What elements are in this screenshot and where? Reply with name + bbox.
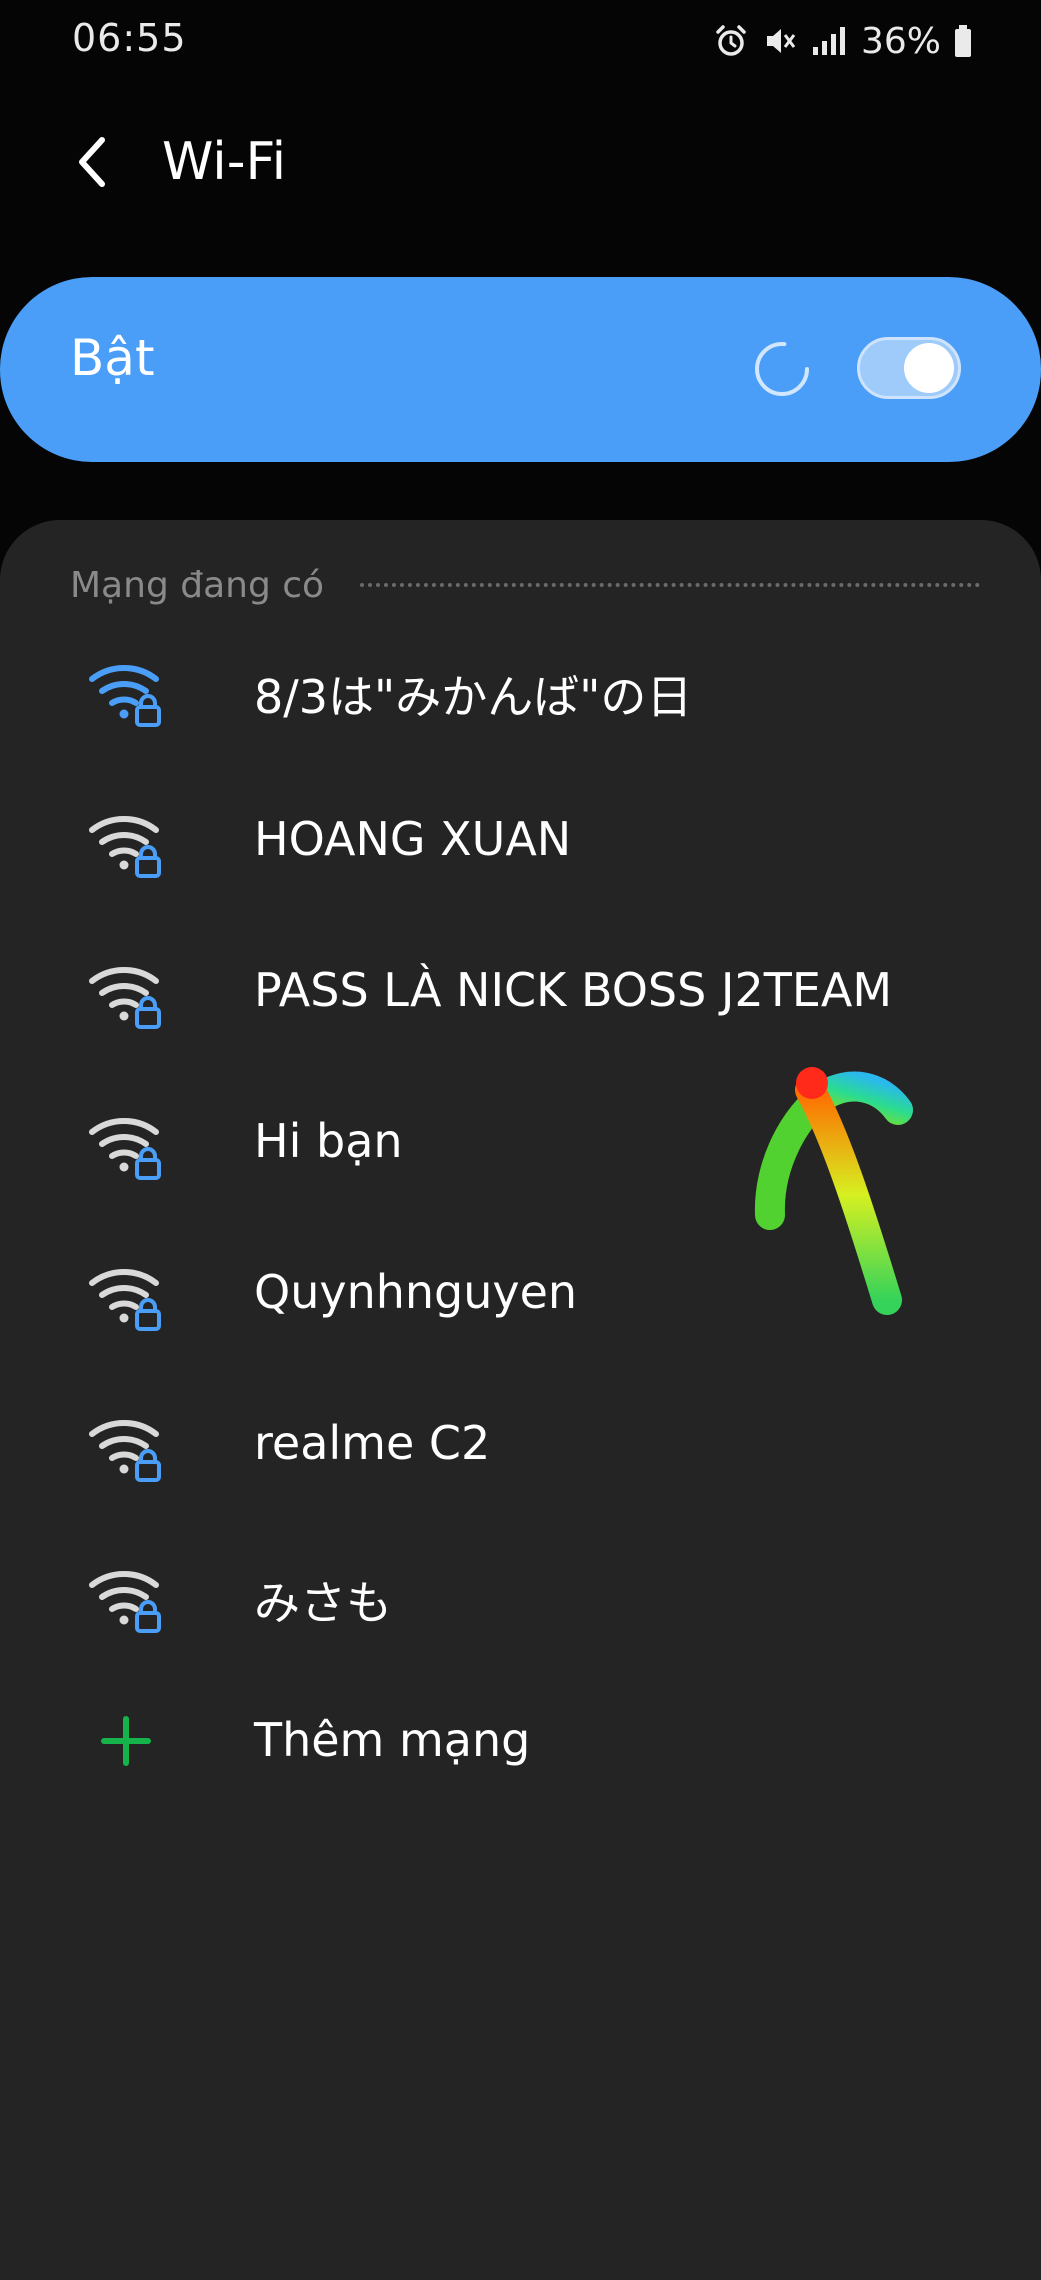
- add-network-label: Thêm mạng: [254, 1713, 531, 1767]
- wifi-lock-icon: [89, 664, 161, 727]
- network-item[interactable]: HOANG XUAN: [0, 766, 1041, 917]
- wifi-toggle[interactable]: [857, 337, 961, 399]
- status-icons: 36%: [713, 18, 973, 64]
- status-bar: 06:55 36%: [0, 0, 1041, 80]
- back-button[interactable]: [60, 130, 124, 194]
- wifi-lock-icon: [89, 966, 161, 1029]
- wifi-master-switch[interactable]: Bật: [0, 277, 1041, 462]
- network-item[interactable]: realme C2: [0, 1370, 1041, 1521]
- wifi-lock-icon: [89, 1570, 161, 1633]
- scanning-spinner-icon: [755, 342, 809, 396]
- wifi-lock-icon: [89, 1117, 161, 1180]
- signal-icon: [812, 27, 845, 55]
- chevron-left-icon: [79, 137, 105, 187]
- network-ssid: Hi bạn: [254, 1114, 403, 1168]
- network-ssid: PASS LÀ NICK BOSS J2TEAM: [254, 963, 893, 1017]
- battery-icon: [955, 25, 971, 57]
- wifi-state-label: Bật: [70, 329, 155, 387]
- wifi-lock-icon: [89, 1419, 161, 1482]
- alarm-icon: [716, 25, 746, 56]
- network-ssid: みさも: [254, 1576, 392, 1630]
- status-time: 06:55: [72, 16, 187, 60]
- section-divider: [360, 583, 980, 587]
- network-ssid: Quynhnguyen: [254, 1265, 578, 1319]
- hand-drawn-arrow-icon: [754, 1067, 913, 1315]
- section-header: Mạng đang có: [70, 560, 980, 610]
- mute-icon: [766, 29, 796, 53]
- plus-icon: [101, 1716, 151, 1766]
- network-item[interactable]: PASS LÀ NICK BOSS J2TEAM: [0, 917, 1041, 1068]
- app-header: Wi-Fi: [0, 110, 1041, 220]
- toggle-knob: [904, 343, 954, 393]
- section-title: Mạng đang có: [70, 564, 325, 606]
- wifi-lock-icon: [89, 1268, 161, 1331]
- wifi-lock-icon: [89, 815, 161, 878]
- network-ssid: HOANG XUAN: [254, 812, 572, 866]
- add-network-button[interactable]: Thêm mạng: [0, 1667, 1041, 1817]
- network-panel: Mạng đang có 8/3は"みかんば"の日 HOANG XUAN PAS…: [0, 520, 1041, 2280]
- network-item[interactable]: 8/3は"みかんば"の日: [0, 615, 1041, 766]
- page-title: Wi-Fi: [162, 132, 287, 192]
- network-ssid: 8/3は"みかんば"の日: [254, 670, 693, 724]
- network-item[interactable]: みさも: [0, 1521, 1041, 1672]
- battery-percent: 36%: [860, 20, 941, 62]
- network-ssid: realme C2: [254, 1416, 491, 1470]
